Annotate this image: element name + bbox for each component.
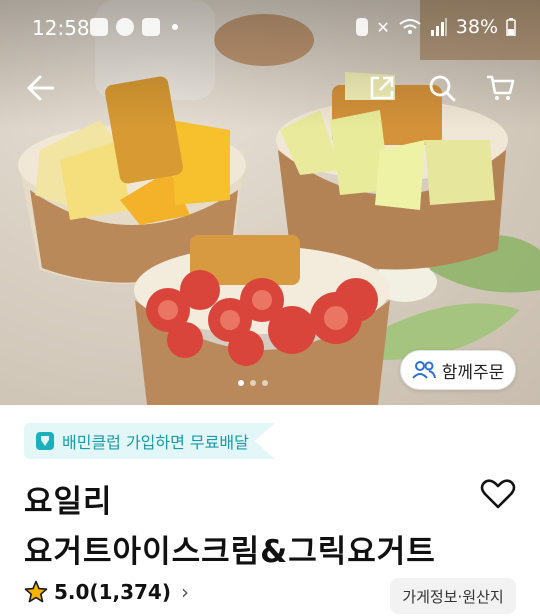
rating-value: 5.0(1,374) [54, 580, 171, 604]
notification-icons [90, 18, 178, 36]
promo-label: 배민클럽 가입하면 무료배달 [62, 433, 249, 452]
carousel-dot [238, 380, 244, 386]
search-icon [429, 75, 456, 102]
star-icon [24, 580, 48, 603]
favorite-button[interactable] [480, 478, 516, 510]
more-notifications-icon [172, 24, 178, 30]
rating-link[interactable]: 5.0(1,374) › [24, 580, 189, 604]
cart-icon [487, 75, 515, 100]
battery-level: 38% [455, 16, 498, 38]
gallery-icon [90, 18, 108, 36]
carousel-dot [262, 380, 268, 386]
back-arrow-icon [27, 75, 54, 101]
talk-icon [116, 18, 134, 36]
system-icons: ✕ 38% [356, 16, 516, 38]
share-icon [370, 76, 394, 100]
carousel-indicator [238, 380, 268, 386]
chevron-right-icon: › [180, 580, 189, 604]
search-button[interactable] [424, 70, 460, 106]
battery-saver-icon [356, 18, 369, 36]
hero-image[interactable] [0, 0, 540, 405]
status-bar: 12:58 ✕ 38% [0, 0, 540, 58]
people-icon [411, 361, 436, 379]
carousel-dot [250, 380, 256, 386]
map-icon [142, 18, 160, 36]
store-info-button[interactable]: 가게정보·원산지 [390, 578, 516, 614]
cart-button[interactable] [482, 70, 518, 106]
club-badge-icon [36, 432, 54, 450]
baemin-club-promo[interactable]: 배민클럽 가입하면 무료배달 [24, 423, 275, 459]
mute-icon: ✕ [376, 18, 390, 37]
wifi-icon [399, 19, 421, 34]
group-order-button[interactable]: 함께주문 [400, 350, 516, 390]
battery-icon [506, 18, 516, 36]
share-button[interactable] [364, 70, 400, 106]
store-subtitle: 요거트아이스크림&그릭요거트 [24, 534, 436, 570]
clock: 12:58 [32, 16, 90, 40]
back-button[interactable] [22, 70, 58, 106]
group-order-label: 함께주문 [441, 362, 505, 383]
signal-icon [430, 18, 447, 36]
heart-icon [480, 479, 516, 509]
store-name: 요일리 [24, 484, 113, 520]
